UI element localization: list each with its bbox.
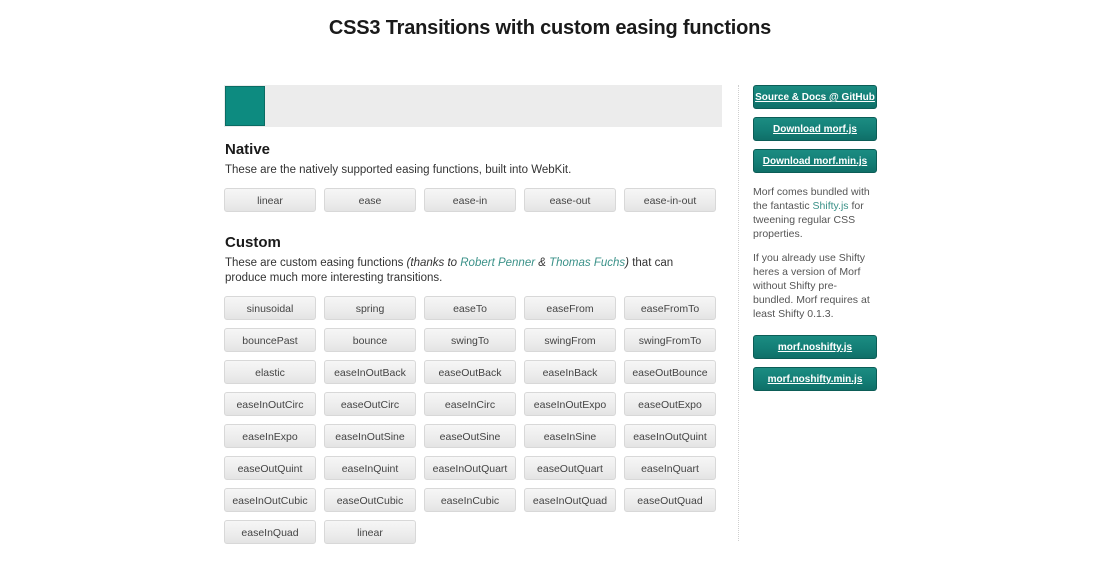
easing-button-ease-in[interactable]: ease-in bbox=[424, 188, 516, 212]
easing-button-easeinquint[interactable]: easeInQuint bbox=[324, 456, 416, 480]
morf-noshifty-js-button[interactable]: morf.noshifty.js bbox=[753, 335, 877, 359]
sidebar: Source & Docs @ GitHub Download morf.js … bbox=[753, 85, 877, 399]
main-column: Native These are the natively supported … bbox=[224, 85, 722, 544]
sidebar-note-bundled: Morf comes bundled with the fantastic Sh… bbox=[753, 185, 877, 241]
easing-button-easeoutexpo[interactable]: easeOutExpo bbox=[624, 392, 716, 416]
source-docs-github-button[interactable]: Source & Docs @ GitHub bbox=[753, 85, 877, 109]
easing-button-swingto[interactable]: swingTo bbox=[424, 328, 516, 352]
easing-button-linear[interactable]: linear bbox=[324, 520, 416, 544]
easing-button-ease-in-out[interactable]: ease-in-out bbox=[624, 188, 716, 212]
page-title: CSS3 Transitions with custom easing func… bbox=[0, 0, 1100, 40]
easing-button-easeoutquint[interactable]: easeOutQuint bbox=[224, 456, 316, 480]
native-section-heading: Native bbox=[225, 141, 722, 158]
easing-button-bounce[interactable]: bounce bbox=[324, 328, 416, 352]
link-robert-penner[interactable]: Robert Penner bbox=[460, 257, 535, 269]
easing-button-easeoutquad[interactable]: easeOutQuad bbox=[624, 488, 716, 512]
easing-button-easeinoutcirc[interactable]: easeInOutCirc bbox=[224, 392, 316, 416]
native-section-description: These are the natively supported easing … bbox=[225, 163, 717, 178]
link-shifty-js[interactable]: Shifty.js bbox=[813, 200, 849, 212]
easing-button-easeinexpo[interactable]: easeInExpo bbox=[224, 424, 316, 448]
easing-button-easeto[interactable]: easeTo bbox=[424, 296, 516, 320]
easing-button-linear[interactable]: linear bbox=[224, 188, 316, 212]
easing-button-easeincirc[interactable]: easeInCirc bbox=[424, 392, 516, 416]
easing-button-easeinsine[interactable]: easeInSine bbox=[524, 424, 616, 448]
easing-button-swingfromto[interactable]: swingFromTo bbox=[624, 328, 716, 352]
sidebar-note-noshifty: If you already use Shifty heres a versio… bbox=[753, 251, 877, 321]
easing-button-easeoutback[interactable]: easeOutBack bbox=[424, 360, 516, 384]
easing-button-easeinoutquad[interactable]: easeInOutQuad bbox=[524, 488, 616, 512]
easing-button-easeoutsine[interactable]: easeOutSine bbox=[424, 424, 516, 448]
easing-button-ease-out[interactable]: ease-out bbox=[524, 188, 616, 212]
custom-easing-button-grid: sinusoidal spring easeTo easeFrom easeFromTo… bbox=[224, 296, 724, 544]
easing-button-swingfrom[interactable]: swingFrom bbox=[524, 328, 616, 352]
custom-desc-lead: These are custom easing functions bbox=[225, 257, 407, 269]
easing-button-easeinoutquint[interactable]: easeInOutQuint bbox=[624, 424, 716, 448]
easing-button-easeinoutback[interactable]: easeInOutBack bbox=[324, 360, 416, 384]
easing-button-easeinback[interactable]: easeInBack bbox=[524, 360, 616, 384]
easing-button-easefromto[interactable]: easeFromTo bbox=[624, 296, 716, 320]
easing-button-elastic[interactable]: elastic bbox=[224, 360, 316, 384]
easing-button-easeoutquart[interactable]: easeOutQuart bbox=[524, 456, 616, 480]
easing-button-ease[interactable]: ease bbox=[324, 188, 416, 212]
easing-button-easeincubic[interactable]: easeInCubic bbox=[424, 488, 516, 512]
easing-button-easeinoutquart[interactable]: easeInOutQuart bbox=[424, 456, 516, 480]
easing-button-sinusoidal[interactable]: sinusoidal bbox=[224, 296, 316, 320]
custom-desc-amp: & bbox=[535, 257, 549, 269]
easing-button-easeinoutcubic[interactable]: easeInOutCubic bbox=[224, 488, 316, 512]
easing-button-easeinquad[interactable]: easeInQuad bbox=[224, 520, 316, 544]
easing-button-easeoutcirc[interactable]: easeOutCirc bbox=[324, 392, 416, 416]
easing-button-easeoutcubic[interactable]: easeOutCubic bbox=[324, 488, 416, 512]
native-easing-button-grid: linear ease ease-in ease-out ease-in-out bbox=[224, 188, 724, 212]
custom-section-heading: Custom bbox=[225, 234, 722, 251]
custom-desc-credit-open: (thanks to bbox=[407, 257, 461, 269]
easing-button-easeinquart[interactable]: easeInQuart bbox=[624, 456, 716, 480]
custom-section-description: These are custom easing functions (thank… bbox=[225, 256, 717, 286]
easing-button-easefrom[interactable]: easeFrom bbox=[524, 296, 616, 320]
animated-demo-box bbox=[225, 86, 265, 126]
demo-track bbox=[224, 85, 722, 127]
download-morf-js-button[interactable]: Download morf.js bbox=[753, 117, 877, 141]
morf-noshifty-min-js-button[interactable]: morf.noshifty.min.js bbox=[753, 367, 877, 391]
link-thomas-fuchs[interactable]: Thomas Fuchs bbox=[549, 257, 625, 269]
easing-button-easeinoutexpo[interactable]: easeInOutExpo bbox=[524, 392, 616, 416]
easing-button-easeinoutsine[interactable]: easeInOutSine bbox=[324, 424, 416, 448]
easing-button-spring[interactable]: spring bbox=[324, 296, 416, 320]
easing-button-easeoutbounce[interactable]: easeOutBounce bbox=[624, 360, 716, 384]
vertical-dotted-divider bbox=[738, 85, 740, 541]
download-morf-min-js-button[interactable]: Download morf.min.js bbox=[753, 149, 877, 173]
easing-button-bouncepast[interactable]: bouncePast bbox=[224, 328, 316, 352]
